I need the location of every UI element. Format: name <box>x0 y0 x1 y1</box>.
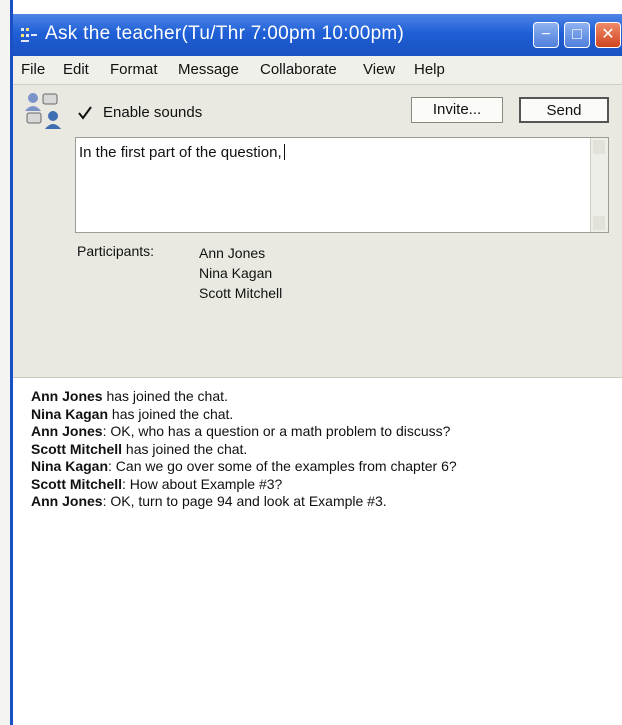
close-button[interactable]: ✕ <box>595 22 621 48</box>
chat-message: Scott Mitchell: How about Example #3? <box>31 476 457 494</box>
message-scrollbar[interactable] <box>590 138 608 232</box>
chat-message: Ann Jones has joined the chat. <box>31 388 457 406</box>
chat-sender: Nina Kagan <box>31 458 109 474</box>
participants-icon[interactable] <box>23 91 67 131</box>
chat-text: : Can we go over some of the examples fr… <box>108 458 457 474</box>
minimize-icon: − <box>541 26 551 43</box>
scroll-down-arrow[interactable] <box>593 216 605 230</box>
participant-name: Nina Kagan <box>199 265 273 281</box>
chat-text: has joined the chat. <box>122 440 248 457</box>
maximize-button[interactable]: □ <box>564 22 590 48</box>
compose-panel: Enable sounds Invite... Send In the firs… <box>13 85 622 378</box>
maximize-icon: □ <box>572 26 582 43</box>
menu-message[interactable]: Message <box>178 61 239 78</box>
menu-edit[interactable]: Edit <box>63 61 89 78</box>
app-icon <box>21 28 37 42</box>
menu-view[interactable]: View <box>363 61 395 78</box>
chat-text: has joined the chat. <box>108 405 234 422</box>
minimize-button[interactable]: − <box>533 22 559 48</box>
chat-sender: Scott Mitchell <box>31 475 123 492</box>
chat-message: Ann Jones: OK, who has a question or a m… <box>31 423 457 441</box>
chat-message: Nina Kagan has joined the chat. <box>31 406 457 424</box>
participants-label: Participants: <box>77 243 155 259</box>
scroll-up-arrow[interactable] <box>593 140 605 154</box>
menu-file[interactable]: File <box>21 61 45 78</box>
window-title: Ask the teacher(Tu/Thr 7:00pm 10:00pm) <box>45 23 405 44</box>
message-input[interactable]: In the first part of the question, <box>75 137 609 233</box>
menu-help[interactable]: Help <box>414 61 445 78</box>
menu-format[interactable]: Format <box>110 61 158 78</box>
chat-sender: Ann Jones <box>31 388 103 404</box>
chat-transcript: Ann Jones has joined the chat. Nina Kaga… <box>31 388 457 511</box>
participant-name: Ann Jones <box>199 245 266 261</box>
chat-text: : How about Example #3? <box>122 475 283 492</box>
enable-sounds-label: Enable sounds <box>103 104 203 121</box>
text-caret <box>283 144 285 160</box>
chat-text: : OK, turn to page 94 and look at Exampl… <box>102 493 387 509</box>
chat-text: has joined the chat. <box>102 388 228 404</box>
chat-text: : OK, who has a question or a math probl… <box>102 423 451 439</box>
chat-sender: Ann Jones <box>31 423 103 439</box>
menu-collaborate[interactable]: Collaborate <box>260 61 337 78</box>
participant-name: Scott Mitchell <box>199 285 283 301</box>
participants-list: Ann Jones Nina Kagan Scott Mitchell <box>199 243 282 303</box>
title-bar[interactable]: Ask the teacher(Tu/Thr 7:00pm 10:00pm) −… <box>13 14 622 56</box>
chat-message: Scott Mitchell has joined the chat. <box>31 441 457 459</box>
chat-message: Nina Kagan: Can we go over some of the e… <box>31 458 457 476</box>
send-button[interactable]: Send <box>519 97 609 123</box>
chat-sender: Ann Jones <box>31 493 103 509</box>
chat-message: Ann Jones: OK, turn to page 94 and look … <box>31 493 457 511</box>
close-icon: ✕ <box>601 26 615 43</box>
message-input-text: In the first part of the question, <box>79 144 282 161</box>
chat-window: Ask the teacher(Tu/Thr 7:00pm 10:00pm) −… <box>10 0 622 725</box>
chat-sender: Nina Kagan <box>31 405 109 422</box>
enable-sounds-checkbox[interactable] <box>77 105 93 121</box>
invite-button[interactable]: Invite... <box>411 97 503 123</box>
chat-sender: Scott Mitchell <box>31 440 123 457</box>
menu-bar: File Edit Format Message Collaborate Vie… <box>13 56 622 85</box>
